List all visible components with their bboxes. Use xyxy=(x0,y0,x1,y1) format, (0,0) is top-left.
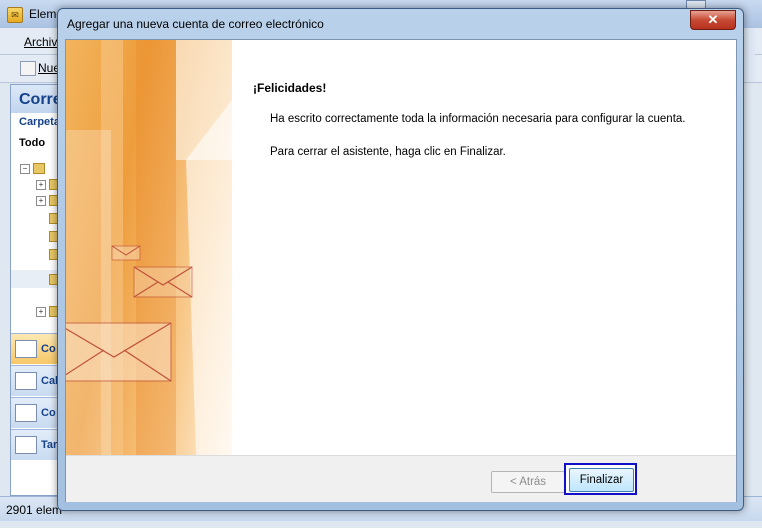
tree-expand-toggle[interactable]: + xyxy=(36,180,46,190)
new-item-icon[interactable] xyxy=(20,61,36,76)
menu-file[interactable]: Archiv xyxy=(24,35,57,49)
envelope-large-icon xyxy=(66,322,172,382)
nav-pane-header: Corre xyxy=(11,85,63,113)
outlook-app-icon: ✉ xyxy=(7,7,23,23)
tree-collapse-toggle[interactable]: − xyxy=(20,164,30,174)
mail-icon xyxy=(15,340,37,358)
wizard-content: ¡Felicidades! Ha escrito correctamente t… xyxy=(232,40,736,455)
envelopes-illustration xyxy=(66,40,232,455)
tasks-icon xyxy=(15,436,37,454)
congrats-heading: ¡Felicidades! xyxy=(253,81,327,95)
add-account-dialog: Agregar una nueva cuenta de correo elect… xyxy=(57,8,744,511)
wizard-side-illustration xyxy=(66,40,232,455)
item-count-status: 2901 elem xyxy=(6,503,63,517)
nav-button-mail[interactable]: Co xyxy=(11,333,63,364)
close-button[interactable]: ✕ xyxy=(690,10,736,30)
nav-button-calendar[interactable]: Cal xyxy=(11,365,63,396)
nav-button-tasks[interactable]: Tar xyxy=(11,429,63,460)
tree-expand-toggle[interactable]: + xyxy=(36,196,46,206)
mailbox-folder-icon xyxy=(33,163,45,174)
success-message: Ha escrito correctamente toda la informa… xyxy=(270,113,686,125)
nav-pane-title: Corre xyxy=(19,91,62,108)
calendar-icon xyxy=(15,372,37,390)
back-button[interactable]: < Atrás xyxy=(491,471,565,493)
mail-folders-label: Carpeta xyxy=(19,116,60,128)
tree-expand-toggle[interactable]: + xyxy=(36,307,46,317)
wizard-button-bar: < Atrás Finalizar xyxy=(66,455,736,502)
all-mail-items-label[interactable]: Todo xyxy=(19,137,45,149)
finish-instruction: Para cerrar el asistente, haga clic en F… xyxy=(270,146,506,158)
envelope-small-icon xyxy=(111,245,141,261)
dialog-title: Agregar una nueva cuenta de correo elect… xyxy=(67,17,324,31)
nav-button-contacts[interactable]: Co xyxy=(11,397,63,428)
envelope-medium-icon xyxy=(133,266,193,298)
navigation-pane: Corre Carpeta Todo − + + + Co Cal Co Tar xyxy=(10,84,64,496)
dialog-body: ¡Felicidades! Ha escrito correctamente t… xyxy=(65,39,737,502)
contacts-icon xyxy=(15,404,37,422)
finish-button-label[interactable]: Finalizar xyxy=(569,468,634,492)
finish-button[interactable]: Finalizar xyxy=(564,463,637,495)
